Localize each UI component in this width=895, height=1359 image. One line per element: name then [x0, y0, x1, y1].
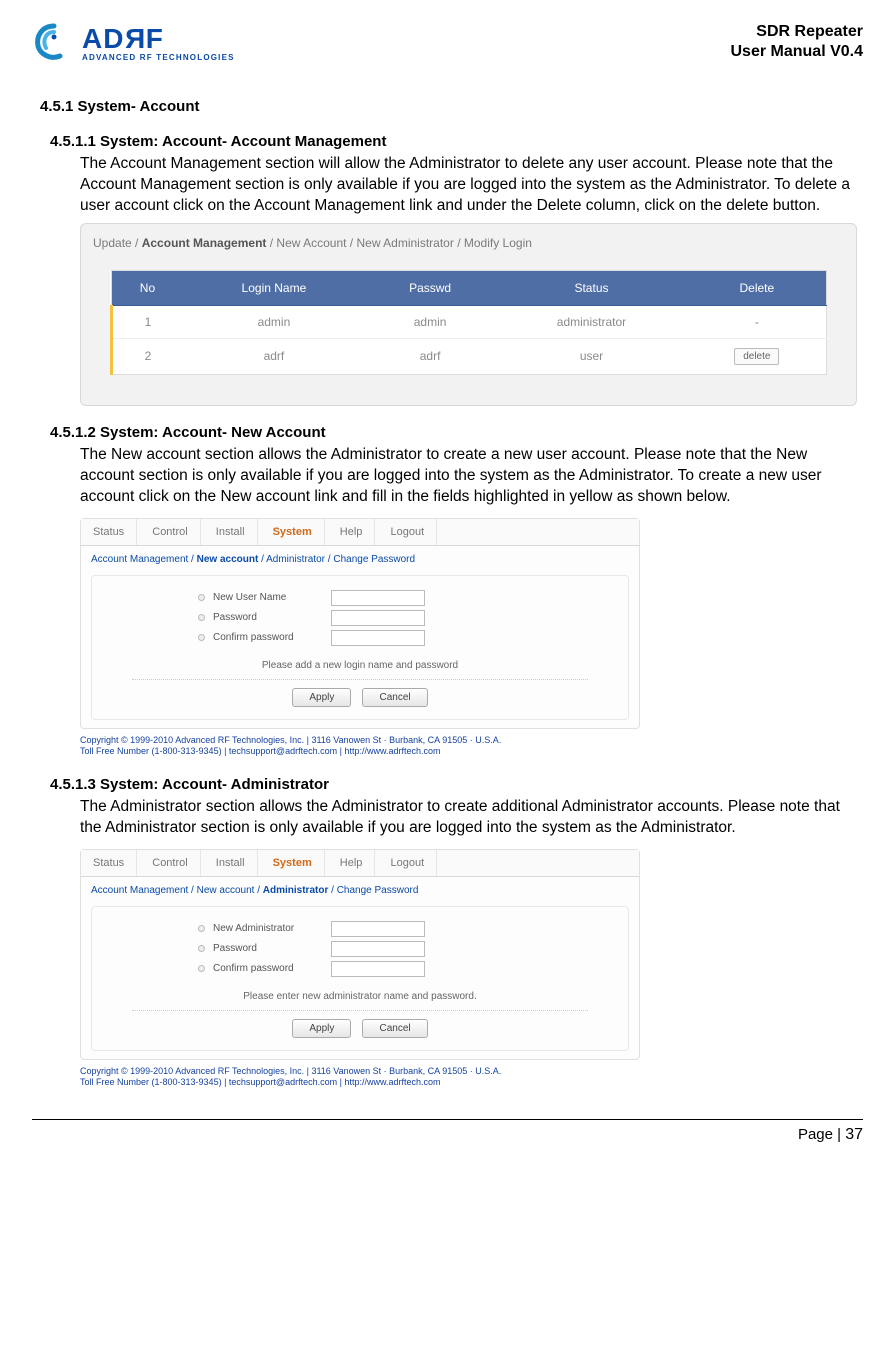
tab-system[interactable]: System	[261, 850, 325, 876]
new-acct-form: New User Name Password Confirm password …	[91, 575, 629, 720]
admin-breadcrumb: Account Management / New account / Admin…	[81, 877, 639, 900]
heading-451: 4.5.1 System- Account	[40, 98, 857, 115]
form-msg: Please add a new login name and password	[102, 660, 618, 671]
col-login: Login Name	[183, 270, 365, 305]
cancel-button[interactable]: Cancel	[362, 688, 427, 707]
delete-button[interactable]: delete	[734, 348, 779, 365]
logo-swirl-icon	[32, 22, 76, 62]
label-password: Password	[213, 943, 323, 954]
label-new-admin: New Administrator	[213, 923, 323, 934]
table-row: 1 admin admin administrator -	[111, 305, 826, 338]
body-4512: The New account section allows the Admin…	[80, 445, 857, 508]
new-acct-panel: Status Control Install System Help Logou…	[80, 518, 640, 729]
apply-button[interactable]: Apply	[292, 1019, 351, 1038]
acct-table: No Login Name Passwd Status Delete 1 adm…	[110, 270, 827, 375]
page-footer: Page | 37	[32, 1119, 863, 1144]
heading-4513: 4.5.1.3 System: Account- Administrator	[50, 776, 857, 793]
col-status: Status	[495, 270, 687, 305]
col-delete: Delete	[688, 270, 827, 305]
tab-status[interactable]: Status	[81, 850, 137, 876]
logo: ADRF ADVANCED RF TECHNOLOGIES	[32, 22, 235, 62]
label-new-user: New User Name	[213, 592, 323, 603]
logo-text: ADRF	[82, 23, 235, 55]
tab-system[interactable]: System	[261, 519, 325, 545]
admin-panel: Status Control Install System Help Logou…	[80, 849, 640, 1060]
admin-password-input[interactable]	[331, 941, 425, 957]
form-msg: Please enter new administrator name and …	[102, 991, 618, 1002]
tab-control[interactable]: Control	[140, 519, 200, 545]
tab-bar: Status Control Install System Help Logou…	[81, 519, 639, 546]
body-4511: The Account Management section will allo…	[80, 154, 857, 217]
bullet-icon	[198, 945, 205, 952]
logo-subtitle: ADVANCED RF TECHNOLOGIES	[82, 53, 235, 62]
admin-confirm-input[interactable]	[331, 961, 425, 977]
tab-help[interactable]: Help	[328, 850, 376, 876]
doc-header: ADRF ADVANCED RF TECHNOLOGIES SDR Repeat…	[32, 22, 863, 70]
tab-install[interactable]: Install	[204, 850, 258, 876]
confirm-password-input[interactable]	[331, 630, 425, 646]
heading-4511: 4.5.1.1 System: Account- Account Managem…	[50, 133, 857, 150]
tab-logout[interactable]: Logout	[378, 519, 437, 545]
bullet-icon	[198, 614, 205, 621]
col-passwd: Passwd	[365, 270, 496, 305]
copyright-note: Copyright © 1999-2010 Advanced RF Techno…	[80, 1066, 640, 1089]
tab-status[interactable]: Status	[81, 519, 137, 545]
tab-logout[interactable]: Logout	[378, 850, 437, 876]
label-password: Password	[213, 612, 323, 623]
table-row: 2 adrf adrf user delete	[111, 338, 826, 374]
body-4513: The Administrator section allows the Adm…	[80, 797, 857, 839]
new-user-input[interactable]	[331, 590, 425, 606]
acct-mgmt-breadcrumb: Update / Account Management / New Accoun…	[87, 232, 850, 260]
doc-title: SDR Repeater User Manual V0.4	[731, 22, 864, 62]
label-confirm: Confirm password	[213, 963, 323, 974]
heading-4512: 4.5.1.2 System: Account- New Account	[50, 424, 857, 441]
copyright-note: Copyright © 1999-2010 Advanced RF Techno…	[80, 735, 640, 758]
bullet-icon	[198, 965, 205, 972]
bullet-icon	[198, 594, 205, 601]
label-confirm: Confirm password	[213, 632, 323, 643]
tab-control[interactable]: Control	[140, 850, 200, 876]
password-input[interactable]	[331, 610, 425, 626]
acct-mgmt-panel: Update / Account Management / New Accoun…	[80, 223, 857, 406]
tab-bar: Status Control Install System Help Logou…	[81, 850, 639, 877]
tab-install[interactable]: Install	[204, 519, 258, 545]
bullet-icon	[198, 925, 205, 932]
new-acct-breadcrumb: Account Management / New account / Admin…	[81, 546, 639, 569]
apply-button[interactable]: Apply	[292, 688, 351, 707]
col-no: No	[111, 270, 183, 305]
new-admin-input[interactable]	[331, 921, 425, 937]
bullet-icon	[198, 634, 205, 641]
tab-help[interactable]: Help	[328, 519, 376, 545]
cancel-button[interactable]: Cancel	[362, 1019, 427, 1038]
admin-form: New Administrator Password Confirm passw…	[91, 906, 629, 1051]
